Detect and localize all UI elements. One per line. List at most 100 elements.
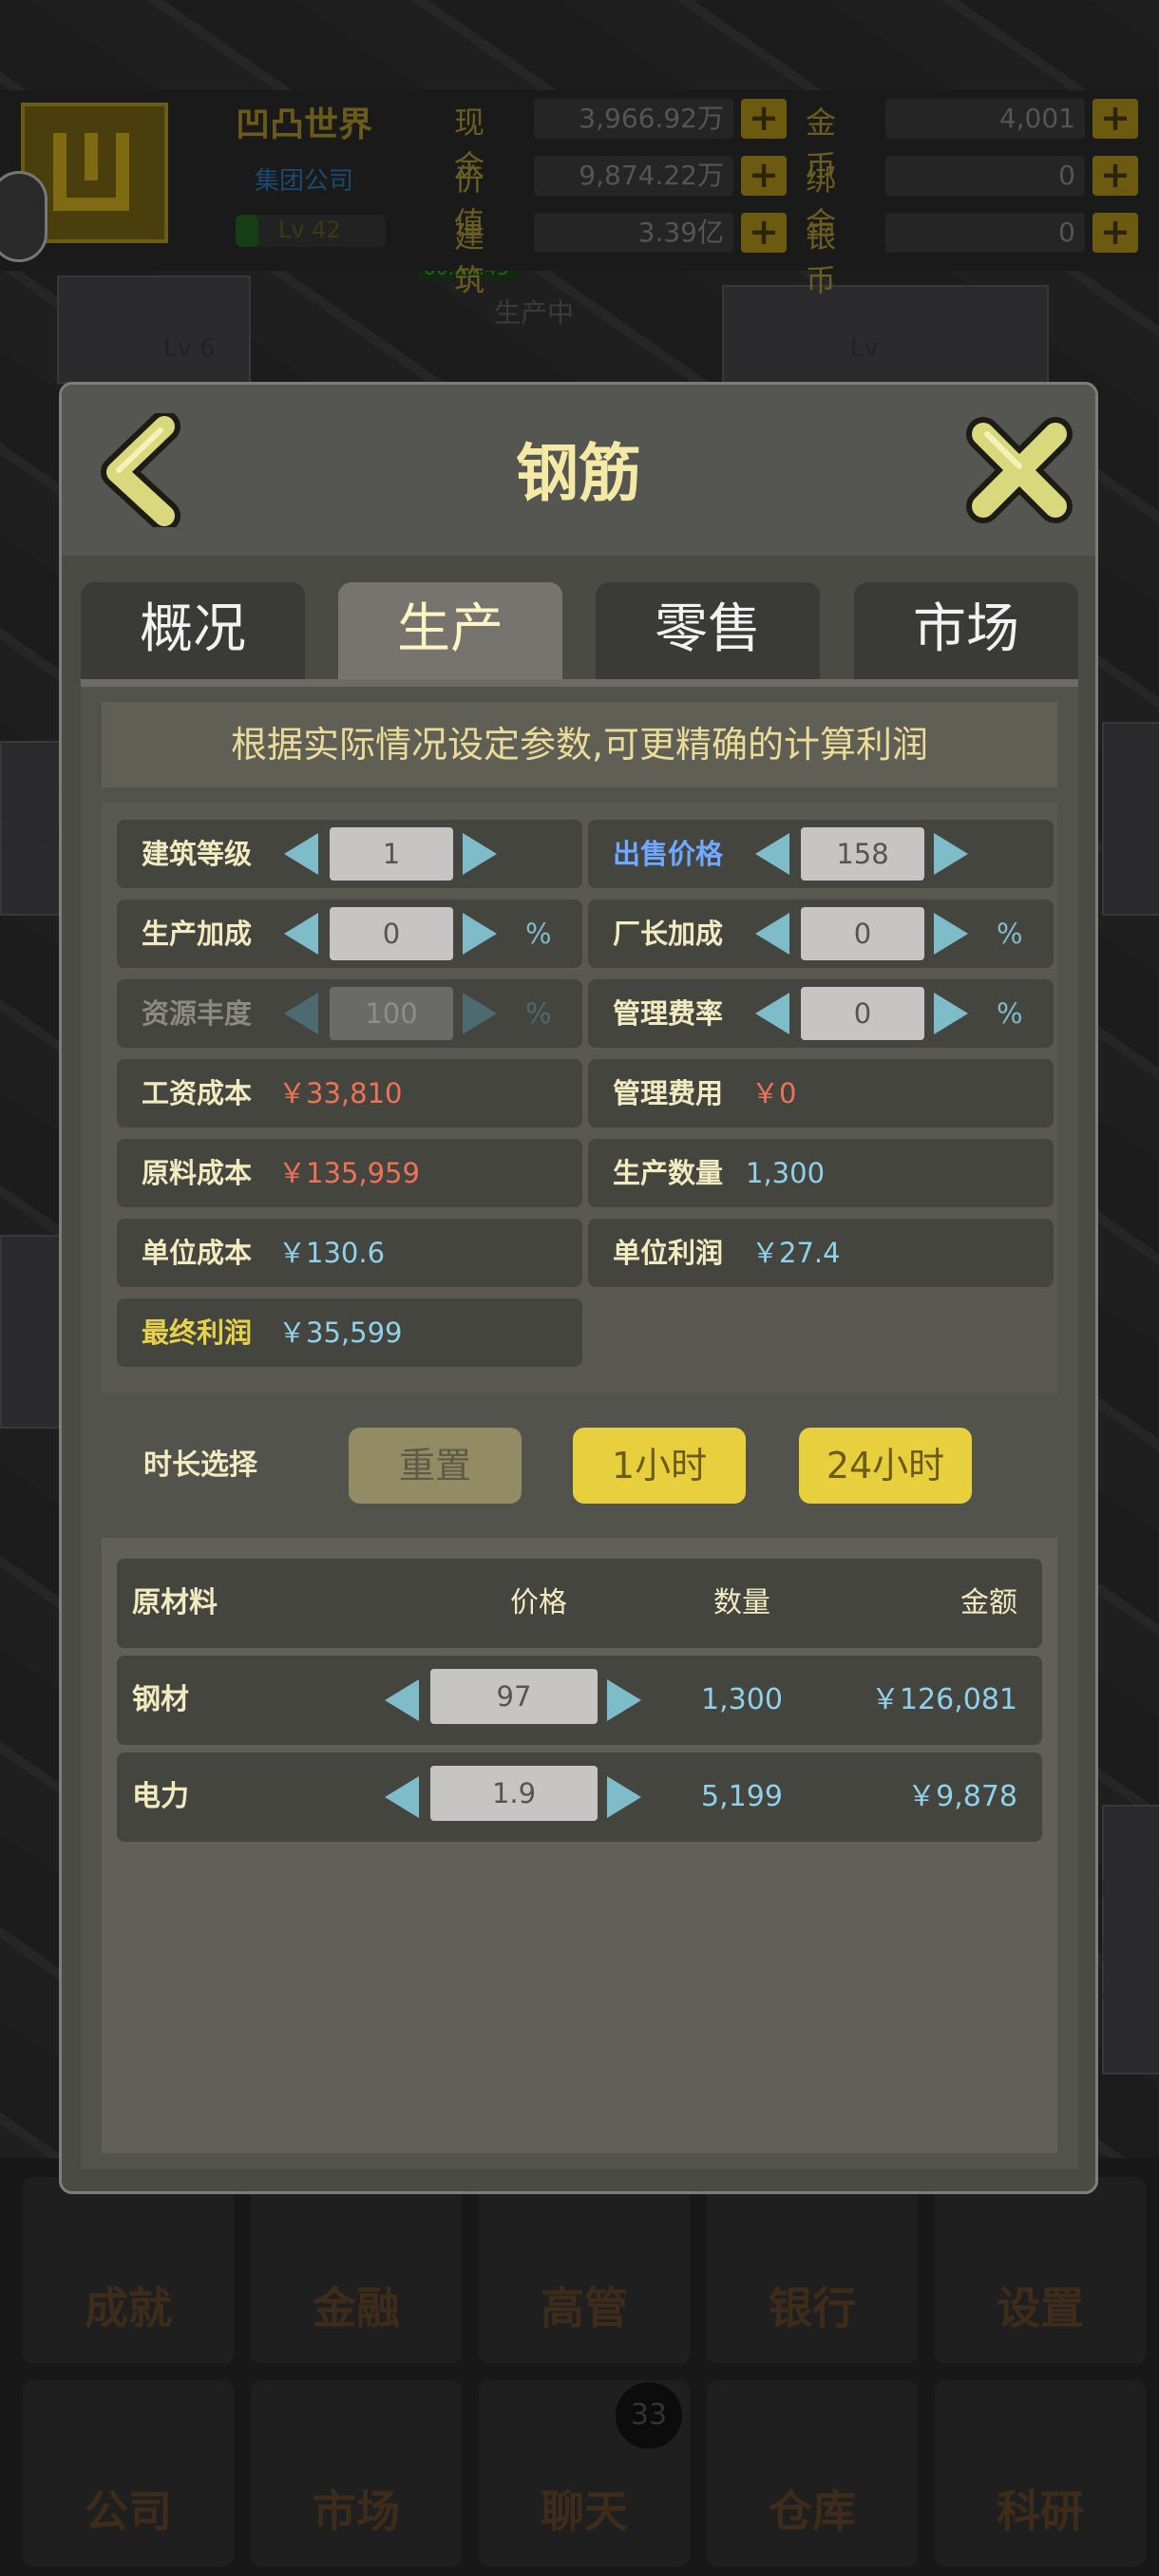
menu-label: 金融 (313, 2282, 400, 2334)
stat-wage-cost: 工资成本 ￥33,810 (117, 1059, 582, 1127)
increment-arrow-icon[interactable] (463, 833, 497, 875)
stat-value: 1,300 (746, 1157, 826, 1189)
one-hour-button[interactable]: 1小时 (573, 1428, 746, 1504)
map-building (0, 1235, 61, 1429)
param-label: 厂长加成 (613, 918, 724, 950)
bottom-menu: 成就 金融 高管 银行 设置 公司 市场 聊天 仓库 科研 (0, 2158, 1159, 2576)
level-label: Lv 42 (278, 217, 341, 243)
param-value-box[interactable]: 0 (330, 907, 453, 960)
material-quantity: 5,199 (701, 1780, 783, 1813)
stat-label: 单位利润 (613, 1237, 724, 1269)
tab-retail[interactable]: 零售 (596, 582, 820, 679)
menu-market[interactable]: 市场 (251, 2380, 462, 2567)
material-amount: ￥126,081 (870, 1683, 1017, 1716)
increment-arrow-icon[interactable] (607, 1776, 641, 1818)
table-header: 原材料 价格 数量 金额 (117, 1559, 1042, 1648)
product-dialog: 钢筋 概况 生产 零售 市场 根据实际情况设定参数,可更精确的计算利润 建筑等级 (59, 382, 1098, 2194)
twenty-four-hour-button[interactable]: 24小时 (799, 1428, 972, 1504)
percent-unit: % (525, 997, 552, 1030)
param-manager-bonus: 厂长加成 0 % (588, 900, 1054, 968)
parameters-grid: 建筑等级 1 生产加成 0 % 资源丰度 100 % 出售价格 158 厂长加成… (102, 803, 1057, 1393)
param-production-bonus: 生产加成 0 % (117, 900, 582, 968)
table-row: 钢材 97 1,300 ￥126,081 (117, 1656, 1042, 1745)
tab-overview[interactable]: 概况 (81, 582, 305, 679)
close-x-icon (966, 417, 1073, 523)
param-value-box[interactable]: 0 (801, 907, 924, 960)
param-building-level: 建筑等级 1 (117, 820, 582, 888)
increment-arrow-icon[interactable] (463, 913, 497, 955)
increment-arrow-icon[interactable] (607, 1679, 641, 1721)
stat-label: 单位成本 (142, 1237, 253, 1269)
param-label: 管理费率 (613, 997, 724, 1030)
decrement-arrow-icon[interactable] (755, 913, 789, 955)
menu-bank[interactable]: 银行 (707, 2177, 918, 2363)
plus-icon[interactable]: + (741, 156, 787, 196)
decrement-arrow-icon[interactable] (385, 1679, 419, 1721)
company-name: 凹凸世界 (236, 105, 373, 144)
plus-icon[interactable]: + (741, 213, 787, 253)
material-name: 钢材 (132, 1683, 189, 1716)
map-building (57, 275, 251, 384)
param-management-rate: 管理费率 0 % (588, 979, 1054, 1048)
increment-arrow-icon[interactable] (934, 993, 968, 1034)
param-value-box[interactable]: 158 (801, 827, 924, 881)
menu-label: 仓库 (769, 2486, 856, 2537)
plus-icon[interactable]: + (741, 99, 787, 139)
map-label: 建材厂 (1100, 1933, 1154, 2002)
menu-finance[interactable]: 金融 (251, 2177, 462, 2363)
dialog-header: 钢筋 (62, 385, 1095, 556)
decrement-arrow-icon[interactable] (284, 833, 318, 875)
level-progress-fill (236, 215, 258, 247)
stat-management-fee: 管理费用 ￥0 (588, 1059, 1054, 1127)
param-label: 生产加成 (142, 918, 253, 950)
menu-research[interactable]: 科研 (935, 2380, 1146, 2567)
menu-label: 市场 (313, 2486, 400, 2537)
material-amount: ￥9,878 (907, 1780, 1017, 1813)
stat-value: ￥35,599 (278, 1316, 403, 1349)
reset-button[interactable]: 重置 (349, 1428, 522, 1504)
menu-label: 设置 (997, 2282, 1084, 2334)
decrement-arrow-icon[interactable] (284, 913, 318, 955)
stat-value: ￥135,959 (278, 1157, 420, 1189)
production-panel: 根据实际情况设定参数,可更精确的计算利润 建筑等级 1 生产加成 0 % 资源丰… (81, 687, 1078, 2169)
percent-unit: % (997, 918, 1023, 950)
menu-achievements[interactable]: 成就 (23, 2177, 234, 2363)
decrement-arrow-icon[interactable] (755, 993, 789, 1034)
menu-executives[interactable]: 高管 (479, 2177, 690, 2363)
param-value-box[interactable]: 1 (330, 827, 453, 881)
menu-warehouse[interactable]: 仓库 (707, 2380, 918, 2567)
menu-settings[interactable]: 设置 (935, 2177, 1146, 2363)
tab-production[interactable]: 生产 (338, 582, 562, 679)
increment-arrow-icon[interactable] (934, 833, 968, 875)
param-label: 出售价格 (613, 838, 724, 870)
stat-label: 管理费用 (613, 1077, 724, 1109)
resource-value: 4,001 (885, 99, 1085, 139)
menu-label: 银行 (769, 2282, 856, 2334)
lock-toggle-icon[interactable] (0, 171, 48, 262)
stat-final-profit: 最终利润 ￥35,599 (117, 1298, 582, 1367)
stat-label: 原料成本 (142, 1157, 253, 1189)
menu-company[interactable]: 公司 (23, 2380, 234, 2567)
decrement-arrow-icon[interactable] (755, 833, 789, 875)
tab-market[interactable]: 市场 (854, 582, 1078, 679)
increment-arrow-icon[interactable] (934, 913, 968, 955)
close-button[interactable] (962, 413, 1076, 527)
decrement-arrow-icon[interactable] (385, 1776, 419, 1818)
param-value-box[interactable]: 0 (801, 987, 924, 1040)
menu-label: 成就 (85, 2282, 172, 2334)
menu-label: 科研 (997, 2486, 1084, 2537)
map-label: Lv (850, 334, 879, 363)
plus-icon[interactable]: + (1092, 99, 1138, 139)
stat-value: ￥33,810 (278, 1077, 403, 1109)
plus-icon[interactable]: + (1092, 156, 1138, 196)
hint-text: 根据实际情况设定参数,可更精确的计算利润 (102, 702, 1057, 787)
chat-unread-badge: 33 (616, 2382, 682, 2449)
table-row: 电力 1.9 5,199 ￥9,878 (117, 1752, 1042, 1842)
material-price-box[interactable]: 97 (430, 1669, 598, 1724)
level-bar: Lv 42 (236, 215, 386, 247)
duration-label: 时长选择 (143, 1449, 257, 1482)
stat-label: 最终利润 (142, 1316, 253, 1349)
material-price-box[interactable]: 1.9 (430, 1766, 598, 1821)
materials-table: 原材料 价格 数量 金额 钢材 97 1,300 ￥126,081 电力 1.9… (102, 1538, 1057, 2153)
plus-icon[interactable]: + (1092, 213, 1138, 253)
